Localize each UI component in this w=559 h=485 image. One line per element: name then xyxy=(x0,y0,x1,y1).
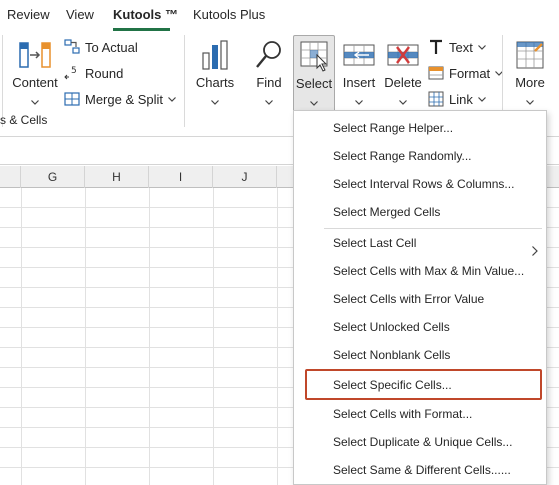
menu-item-select-duplicate-unique[interactable]: Select Duplicate & Unique Cells... xyxy=(295,428,546,456)
format-button[interactable]: Format xyxy=(428,63,504,83)
menu-item-select-merged-cells[interactable]: Select Merged Cells xyxy=(295,198,546,226)
grid-line xyxy=(213,188,214,485)
content-label: Content xyxy=(12,75,58,90)
select-label: Select xyxy=(295,76,333,91)
magnifier-icon xyxy=(254,39,284,76)
chevron-down-icon xyxy=(477,44,486,50)
menu-item-select-specific-cells[interactable]: Select Specific Cells... xyxy=(295,371,546,399)
grid-line xyxy=(277,188,278,485)
text-label: Text xyxy=(449,39,473,55)
to-actual-icon xyxy=(64,39,80,55)
active-tab-indicator xyxy=(113,28,170,31)
insert-label: Insert xyxy=(342,75,376,90)
find-button[interactable]: Find xyxy=(248,35,290,109)
tab-view[interactable]: View xyxy=(66,7,94,22)
menu-item-select-same-different[interactable]: Select Same & Different Cells...... xyxy=(295,456,546,484)
delete-icon xyxy=(386,39,420,76)
select-range-icon xyxy=(299,40,329,77)
find-label: Find xyxy=(256,75,282,90)
chevron-down-icon xyxy=(168,96,176,102)
tab-kutools-plus[interactable]: Kutools Plus xyxy=(193,7,265,22)
merge-split-icon xyxy=(64,91,80,107)
column-header-h[interactable]: H xyxy=(85,166,149,188)
round-button[interactable]: 5 Round xyxy=(64,63,123,83)
menu-item-select-range-randomly[interactable]: Select Range Randomly... xyxy=(295,142,546,170)
menu-item-select-last-cell[interactable]: Select Last Cell xyxy=(295,229,546,257)
menu-item-select-interval-rows-columns[interactable]: Select Interval Rows & Columns... xyxy=(295,170,546,198)
to-actual-label: To Actual xyxy=(85,39,138,55)
insert-button[interactable]: Insert xyxy=(338,35,380,109)
chevron-down-icon xyxy=(248,92,290,110)
format-icon xyxy=(428,65,444,81)
charts-label: Charts xyxy=(195,75,235,90)
more-label: More xyxy=(515,75,545,90)
insert-icon xyxy=(342,39,376,76)
content-icon xyxy=(18,39,52,76)
to-actual-button[interactable]: To Actual xyxy=(64,37,138,57)
chevron-down-icon xyxy=(8,92,62,110)
chevron-down-icon xyxy=(508,92,552,110)
more-tools-icon xyxy=(515,39,545,76)
column-header-g[interactable]: G xyxy=(21,166,85,188)
chevron-down-icon xyxy=(294,93,334,111)
more-button[interactable]: More xyxy=(508,35,552,109)
round-icon: 5 xyxy=(64,65,80,81)
select-dropdown-menu: Select Range Helper... Select Range Rand… xyxy=(293,110,547,485)
tab-kutools[interactable]: Kutools ™ xyxy=(113,7,178,22)
chevron-down-icon xyxy=(477,96,486,102)
content-button[interactable]: Content xyxy=(8,35,62,109)
column-header-i[interactable]: I xyxy=(149,166,213,188)
chevron-down-icon xyxy=(338,92,380,110)
group-label-ranges-cells: s & Cells xyxy=(0,113,48,127)
format-label: Format xyxy=(449,65,491,81)
bar-chart-icon xyxy=(200,39,230,76)
ribbon-tab-bar: Review View Kutools ™ Kutools Plus xyxy=(0,0,559,33)
menu-item-select-nonblank-cells[interactable]: Select Nonblank Cells xyxy=(295,341,546,369)
grid-line xyxy=(21,188,22,485)
merge-split-label: Merge & Split xyxy=(85,91,164,107)
menu-item-select-max-min-value[interactable]: Select Cells with Max & Min Value... xyxy=(295,257,546,285)
tab-review[interactable]: Review xyxy=(7,7,50,22)
menu-item-select-cells-with-format[interactable]: Select Cells with Format... xyxy=(295,400,546,428)
menu-item-label: Select Last Cell xyxy=(333,236,417,250)
merge-split-button[interactable]: Merge & Split xyxy=(64,89,176,109)
group-separator xyxy=(184,35,185,127)
chevron-down-icon xyxy=(192,92,238,110)
delete-button[interactable]: Delete xyxy=(382,35,424,109)
grid-line xyxy=(85,188,86,485)
menu-item-select-range-helper[interactable]: Select Range Helper... xyxy=(295,114,546,142)
delete-label: Delete xyxy=(384,75,422,90)
link-label: Link xyxy=(449,91,473,107)
column-header-partial[interactable] xyxy=(0,166,21,188)
charts-button[interactable]: Charts xyxy=(192,35,238,109)
text-button[interactable]: Text xyxy=(428,37,486,57)
round-label: Round xyxy=(85,65,124,81)
select-button[interactable]: Select xyxy=(293,35,335,112)
grid-line xyxy=(149,188,150,485)
menu-item-select-unlocked-cells[interactable]: Select Unlocked Cells xyxy=(295,313,546,341)
column-header-j[interactable]: J xyxy=(213,166,277,188)
menu-item-select-error-value[interactable]: Select Cells with Error Value xyxy=(295,285,546,313)
link-icon xyxy=(428,91,444,107)
chevron-down-icon xyxy=(382,92,424,110)
link-button[interactable]: Link xyxy=(428,89,486,109)
svg-text:5: 5 xyxy=(71,66,77,76)
text-icon xyxy=(428,39,444,55)
